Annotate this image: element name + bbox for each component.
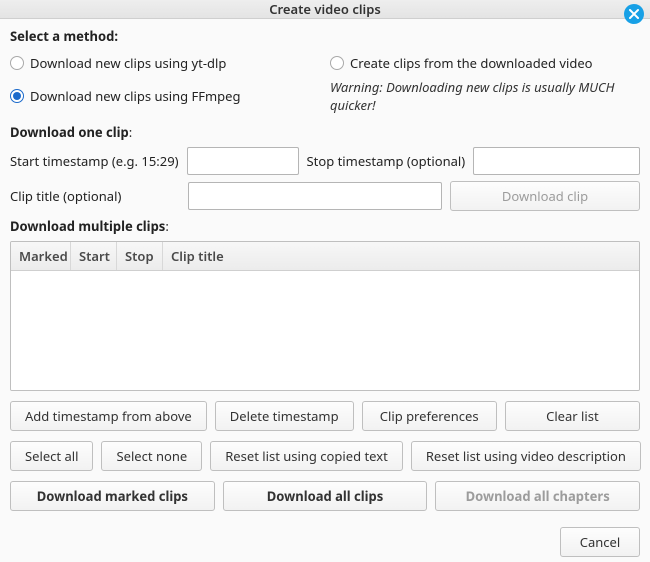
create-video-clips-dialog: Create video clips Select a method: Down…	[0, 0, 650, 562]
download-all-button[interactable]: Download all clips	[223, 481, 428, 511]
clear-list-button[interactable]: Clear list	[505, 401, 640, 431]
row-timestamps: Start timestamp (e.g. 15:29) Stop timest…	[10, 147, 640, 175]
method-radio-existing[interactable]: Create clips from the downloaded video	[330, 51, 640, 75]
select-none-button[interactable]: Select none	[101, 441, 202, 471]
warning-text: Warning: Downloading new clips is usuall…	[330, 78, 640, 114]
section-multi-heading: Download multiple clips:	[10, 217, 640, 235]
col-marked[interactable]: Marked	[11, 242, 71, 270]
button-row-1: Add timestamp from above Delete timestam…	[10, 401, 640, 431]
titlebar: Create video clips	[0, 0, 650, 19]
col-clip-title[interactable]: Clip title	[163, 242, 639, 270]
clip-title-label: Clip title (optional)	[10, 187, 180, 205]
delete-timestamp-button[interactable]: Delete timestamp	[215, 401, 354, 431]
dialog-footer: Cancel	[10, 527, 640, 557]
col-stop[interactable]: Stop	[117, 242, 163, 270]
start-timestamp-label: Start timestamp (e.g. 15:29)	[10, 152, 179, 170]
clips-table-header: Marked Start Stop Clip title	[11, 242, 639, 271]
row-clip-title: Clip title (optional) Download clip	[10, 181, 640, 211]
section-method-heading: Select a method:	[10, 27, 640, 45]
reset-copied-button[interactable]: Reset list using copied text	[210, 441, 403, 471]
cancel-button[interactable]: Cancel	[560, 527, 640, 557]
radio-label: Download new clips using yt-dlp	[30, 54, 226, 72]
download-clip-button[interactable]: Download clip	[450, 181, 640, 211]
reset-desc-button[interactable]: Reset list using video description	[411, 441, 641, 471]
section-one-heading: Download one clip:	[10, 123, 640, 141]
method-radio-ffmpeg[interactable]: Download new clips using FFmpeg	[10, 75, 320, 117]
download-marked-button[interactable]: Download marked clips	[10, 481, 215, 511]
start-timestamp-input[interactable]	[187, 147, 299, 175]
clips-table-body[interactable]	[11, 271, 639, 390]
clips-table[interactable]: Marked Start Stop Clip title	[10, 241, 640, 391]
radio-icon	[10, 89, 24, 103]
stop-timestamp-input[interactable]	[473, 147, 640, 175]
radio-icon	[330, 56, 344, 70]
download-chapters-button[interactable]: Download all chapters	[435, 481, 640, 511]
clip-title-input[interactable]	[188, 182, 442, 210]
method-warning: Warning: Downloading new clips is usuall…	[330, 75, 640, 117]
dialog-title: Create video clips	[269, 0, 381, 18]
dialog-body: Select a method: Download new clips usin…	[0, 19, 650, 562]
col-start[interactable]: Start	[71, 242, 117, 270]
clip-preferences-button[interactable]: Clip preferences	[362, 401, 497, 431]
add-timestamp-button[interactable]: Add timestamp from above	[10, 401, 207, 431]
radio-icon	[10, 56, 24, 70]
button-row-2: Select all Select none Reset list using …	[10, 441, 640, 471]
method-radio-ytdlp[interactable]: Download new clips using yt-dlp	[10, 51, 320, 75]
select-all-button[interactable]: Select all	[10, 441, 93, 471]
button-row-3: Download marked clips Download all clips…	[10, 481, 640, 511]
method-radio-group: Download new clips using yt-dlp Create c…	[10, 51, 640, 117]
radio-label: Download new clips using FFmpeg	[30, 87, 240, 105]
close-icon[interactable]	[624, 4, 644, 24]
stop-timestamp-label: Stop timestamp (optional)	[307, 152, 466, 170]
radio-label: Create clips from the downloaded video	[350, 54, 593, 72]
